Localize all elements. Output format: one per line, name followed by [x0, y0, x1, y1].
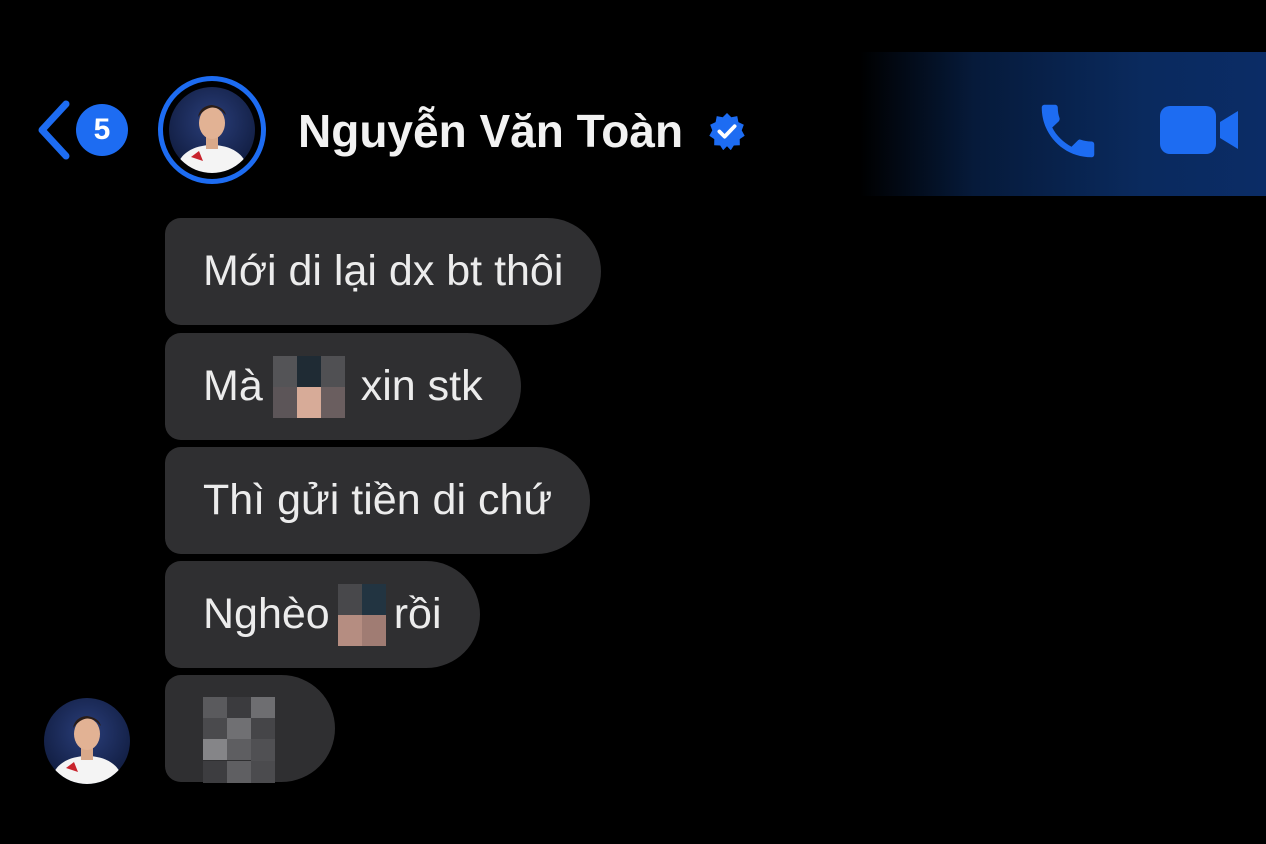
message-bubble[interactable]: Nghèo rồi	[165, 561, 480, 668]
message-bubble[interactable]: Thì gửi tiền di chứ	[165, 447, 591, 554]
message-text: xin stk	[360, 362, 483, 410]
verified-badge-icon	[709, 112, 745, 150]
phone-icon	[1041, 104, 1095, 158]
message-bubble[interactable]: Mà xin stk	[165, 333, 521, 440]
message-bubble[interactable]: Mới di lại dx bt thôi	[165, 218, 602, 325]
message-text: Mới di lại dx bt thôi	[203, 247, 564, 295]
message-text: rồi	[393, 590, 442, 638]
unread-count-badge: 5	[76, 104, 128, 156]
video-call-button[interactable]	[1158, 98, 1242, 162]
censored-pixelation	[203, 696, 297, 783]
avatar-image	[44, 698, 130, 784]
voice-call-button[interactable]	[1032, 96, 1104, 166]
contact-avatar[interactable]	[158, 76, 266, 184]
message-text: Thì gửi tiền di chứ	[203, 476, 553, 524]
avatar-image	[169, 87, 255, 173]
message-text: Nghèo	[203, 590, 330, 638]
sender-avatar[interactable]	[44, 698, 130, 784]
contact-name[interactable]: Nguyễn Văn Toàn	[298, 104, 683, 158]
video-camera-icon	[1160, 106, 1238, 154]
censored-pixelation	[337, 583, 388, 646]
message-text: Mà	[203, 362, 263, 410]
chevron-left-icon	[38, 100, 70, 160]
censored-pixelation	[272, 355, 347, 418]
message-bubble[interactable]	[165, 675, 335, 783]
